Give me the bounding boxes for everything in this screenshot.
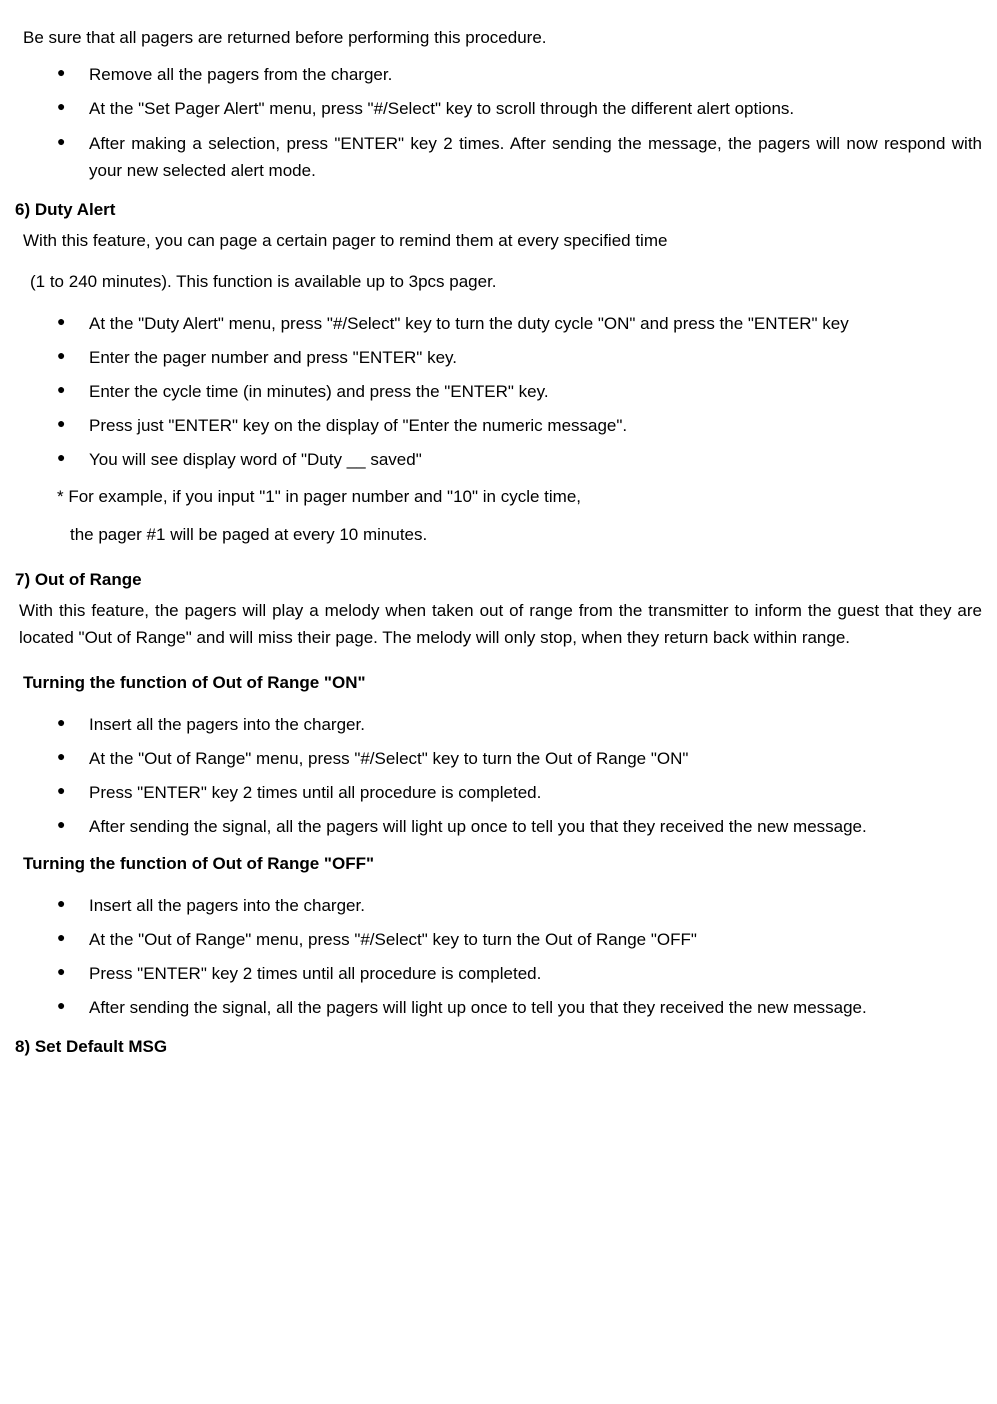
section-7-sub2: Turning the function of Out of Range "OF… xyxy=(23,850,982,877)
section-6-heading: 6) Duty Alert xyxy=(15,196,982,223)
section-6-note2: the pager #1 will be paged at every 10 m… xyxy=(70,521,982,548)
list-item: At the "Duty Alert" menu, press "#/Selec… xyxy=(57,310,982,337)
list-item: At the "Out of Range" menu, press "#/Sel… xyxy=(57,926,982,953)
list-item: Enter the pager number and press "ENTER"… xyxy=(57,344,982,371)
intro-paragraph: Be sure that all pagers are returned bef… xyxy=(23,24,982,51)
section-7-bullets-off: Insert all the pagers into the charger. … xyxy=(57,892,982,1022)
list-item: You will see display word of "Duty __ sa… xyxy=(57,446,982,473)
section-7-heading: 7) Out of Range xyxy=(15,566,982,593)
section-7-bullets-on: Insert all the pagers into the charger. … xyxy=(57,711,982,841)
section-7-sub1: Turning the function of Out of Range "ON… xyxy=(23,669,982,696)
list-item: Press "ENTER" key 2 times until all proc… xyxy=(57,779,982,806)
list-item: Insert all the pagers into the charger. xyxy=(57,711,982,738)
section-6-p1: With this feature, you can page a certai… xyxy=(23,227,982,254)
list-item: At the "Out of Range" menu, press "#/Sel… xyxy=(57,745,982,772)
list-item: Insert all the pagers into the charger. xyxy=(57,892,982,919)
section-6-p2: (1 to 240 minutes). This function is ava… xyxy=(30,268,982,295)
section-6-bullets: At the "Duty Alert" menu, press "#/Selec… xyxy=(57,310,982,474)
list-item: Press "ENTER" key 2 times until all proc… xyxy=(57,960,982,987)
list-item: At the "Set Pager Alert" menu, press "#/… xyxy=(57,95,982,122)
list-item: After making a selection, press "ENTER" … xyxy=(57,130,982,184)
section-7-p1: With this feature, the pagers will play … xyxy=(19,597,982,651)
list-item: Press just "ENTER" key on the display of… xyxy=(57,412,982,439)
list-item: After sending the signal, all the pagers… xyxy=(57,813,982,840)
intro-bullet-list: Remove all the pagers from the charger. … xyxy=(57,61,982,184)
list-item: Remove all the pagers from the charger. xyxy=(57,61,982,88)
section-8-heading: 8) Set Default MSG xyxy=(15,1033,982,1060)
list-item: After sending the signal, all the pagers… xyxy=(57,994,982,1021)
list-item: Enter the cycle time (in minutes) and pr… xyxy=(57,378,982,405)
section-6-note1: * For example, if you input "1" in pager… xyxy=(57,483,982,510)
